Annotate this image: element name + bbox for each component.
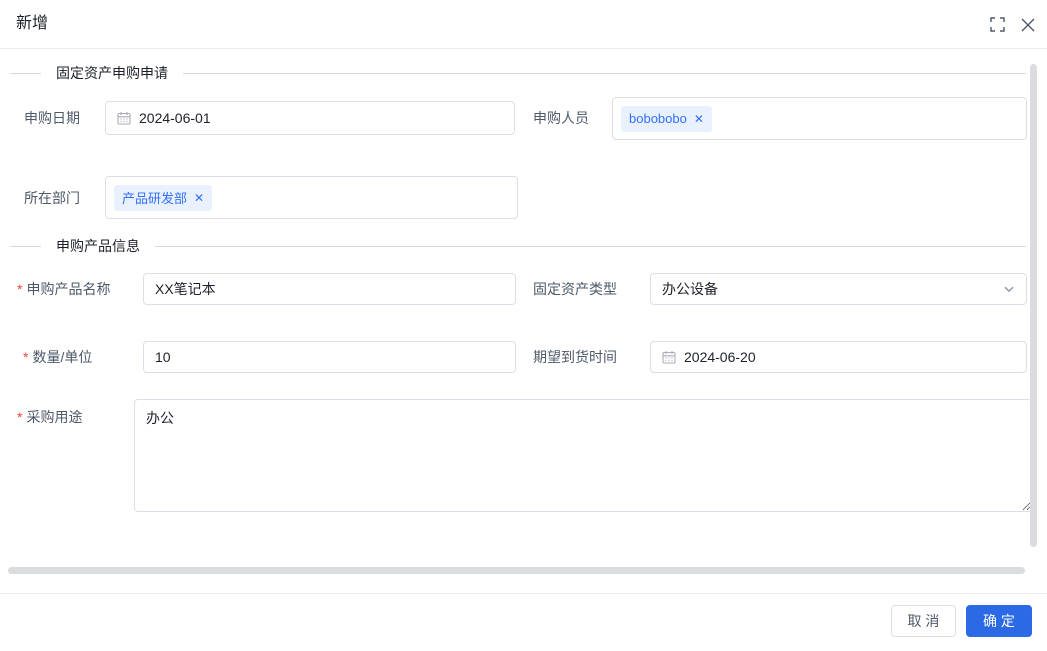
vertical-scrollbar[interactable] xyxy=(1030,64,1037,547)
tag-label: 产品研发部 xyxy=(122,191,188,206)
purchase-person-tag[interactable]: bobobobo ✕ xyxy=(621,105,712,132)
section-title: 申购产品信息 xyxy=(56,238,140,254)
product-name-label: * 申购产品名称 xyxy=(17,281,111,297)
calendar-icon xyxy=(117,111,131,125)
dialog-title: 新增 xyxy=(16,15,49,32)
section-dash xyxy=(10,245,41,247)
section-title: 固定资产申购申请 xyxy=(56,65,168,81)
confirm-button[interactable]: 确 定 xyxy=(966,605,1032,637)
required-mark: * xyxy=(23,349,29,365)
department-tag[interactable]: 产品研发部 ✕ xyxy=(114,184,213,211)
purpose-label: * 采购用途 xyxy=(17,409,83,425)
department-label: 所在部门 xyxy=(24,190,80,206)
asset-type-label: 固定资产类型 xyxy=(533,281,617,297)
horizontal-scrollbar[interactable] xyxy=(8,567,1025,574)
product-name-input[interactable] xyxy=(143,273,516,305)
purchase-person-label: 申购人员 xyxy=(533,110,589,126)
purchase-date-value: 2024-06-01 xyxy=(139,110,211,126)
dialog-footer: 取 消 确 定 xyxy=(0,593,1047,651)
section-dash xyxy=(10,72,41,74)
tag-close-icon[interactable]: ✕ xyxy=(694,113,704,125)
purchase-date-label: 申购日期 xyxy=(24,110,80,126)
required-mark: * xyxy=(17,281,23,297)
section-line xyxy=(155,245,1026,247)
quantity-label: * 数量/单位 xyxy=(23,349,93,365)
tag-label: bobobobo xyxy=(629,111,687,126)
purpose-textarea[interactable]: 办公 xyxy=(134,399,1032,512)
purchase-person-input[interactable]: bobobobo ✕ xyxy=(612,97,1027,140)
chevron-down-icon xyxy=(1003,283,1015,295)
purchase-date-input[interactable]: 2024-06-01 xyxy=(105,101,515,135)
section-header-asset-application: 固定资产申购申请 xyxy=(10,64,1026,82)
close-icon[interactable] xyxy=(1019,16,1036,33)
expected-arrival-input[interactable]: 2024-06-20 xyxy=(650,341,1027,373)
dialog-header: 新增 xyxy=(0,0,1047,49)
tag-close-icon[interactable]: ✕ xyxy=(194,192,204,204)
asset-type-value: 办公设备 xyxy=(662,281,718,297)
required-mark: * xyxy=(17,409,23,425)
expected-arrival-label: 期望到货时间 xyxy=(533,349,617,365)
fullscreen-icon[interactable] xyxy=(989,16,1006,33)
cancel-button[interactable]: 取 消 xyxy=(891,605,956,637)
calendar-icon xyxy=(662,350,676,364)
asset-type-select[interactable]: 办公设备 xyxy=(650,273,1027,305)
quantity-input[interactable] xyxy=(143,341,516,373)
section-line xyxy=(183,72,1026,74)
expected-arrival-value: 2024-06-20 xyxy=(684,349,756,365)
department-input[interactable]: 产品研发部 ✕ xyxy=(105,176,518,219)
section-header-product-info: 申购产品信息 xyxy=(10,237,1026,255)
